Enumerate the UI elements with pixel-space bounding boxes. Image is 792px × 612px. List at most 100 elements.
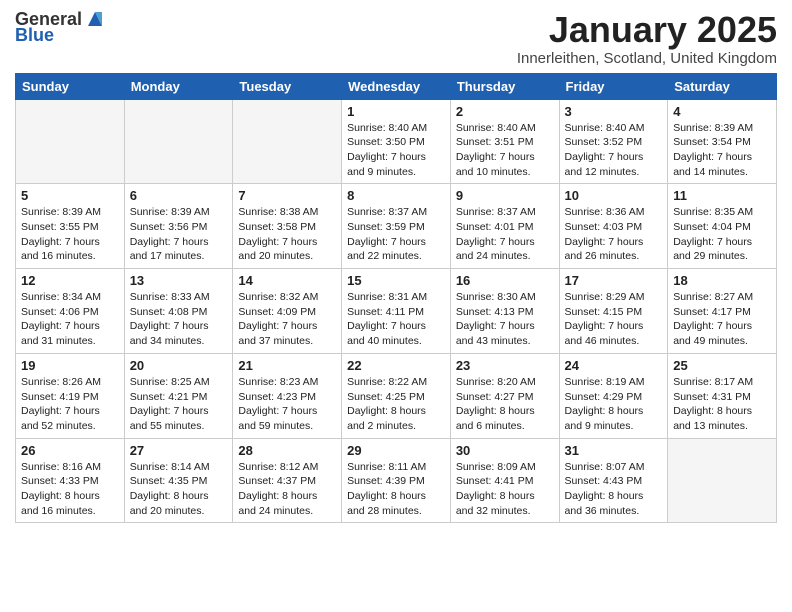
day-number: 7 [238,188,336,203]
calendar-cell: 28 Sunrise: 8:12 AM Sunset: 4:37 PM Dayli… [233,438,342,523]
calendar-cell: 21 Sunrise: 8:23 AM Sunset: 4:23 PM Dayli… [233,353,342,438]
day-info: Sunrise: 8:39 AM Sunset: 3:56 PM Dayligh… [130,205,228,264]
logo-icon [84,8,106,30]
calendar-cell: 6 Sunrise: 8:39 AM Sunset: 3:56 PM Daylig… [124,184,233,269]
day-number: 10 [565,188,663,203]
calendar-cell: 27Sunrise: 8:14 AM Sunset: 4:35 PM Dayli… [124,438,233,523]
calendar-cell [668,438,777,523]
day-info: Sunrise: 8:33 AM Sunset: 4:08 PM Dayligh… [130,290,228,349]
day-number: 15 [347,273,445,288]
calendar-cell: 26 Sunrise: 8:16 AM Sunset: 4:33 PM Dayli… [16,438,125,523]
calendar-cell: 17 Sunrise: 8:29 AM Sunset: 4:15 PM Dayli… [559,269,668,354]
day-info: Sunrise: 8:22 AM Sunset: 4:25 PM Dayligh… [347,375,445,434]
day-number: 19 [21,358,119,373]
calendar-header-row: Sunday Monday Tuesday Wednesday Thursday… [16,73,777,99]
calendar-cell: 13 Sunrise: 8:33 AM Sunset: 4:08 PM Dayli… [124,269,233,354]
logo: General Blue [15,10,106,46]
day-info: Sunrise: 8:09 AM Sunset: 4:41 PM Dayligh… [456,460,554,519]
day-info: Sunrise: 8:23 AM Sunset: 4:23 PM Dayligh… [238,375,336,434]
day-info: Sunrise: 8:40 AM Sunset: 3:51 PM Dayligh… [456,121,554,180]
day-number: 9 [456,188,554,203]
day-info: Sunrise: 8:37 AM Sunset: 3:59 PM Dayligh… [347,205,445,264]
day-number: 21 [238,358,336,373]
calendar-cell: 25 Sunrise: 8:17 AM Sunset: 4:31 PM Dayli… [668,353,777,438]
day-number: 22 [347,358,445,373]
calendar-cell: 31Sunrise: 8:07 AM Sunset: 4:43 PM Dayli… [559,438,668,523]
day-info: Sunrise: 8:34 AM Sunset: 4:06 PM Dayligh… [21,290,119,349]
day-number: 13 [130,273,228,288]
calendar-cell: 5 Sunrise: 8:39 AM Sunset: 3:55 PM Daylig… [16,184,125,269]
calendar-cell: 24Sunrise: 8:19 AM Sunset: 4:29 PM Dayli… [559,353,668,438]
title-block: January 2025 Innerleithen, Scotland, Uni… [517,10,777,67]
day-info: Sunrise: 8:31 AM Sunset: 4:11 PM Dayligh… [347,290,445,349]
day-info: Sunrise: 8:38 AM Sunset: 3:58 PM Dayligh… [238,205,336,264]
day-number: 6 [130,188,228,203]
day-info: Sunrise: 8:39 AM Sunset: 3:55 PM Dayligh… [21,205,119,264]
calendar-cell: 15 Sunrise: 8:31 AM Sunset: 4:11 PM Dayli… [342,269,451,354]
day-number: 5 [21,188,119,203]
day-info: Sunrise: 8:27 AM Sunset: 4:17 PM Dayligh… [673,290,771,349]
day-info: Sunrise: 8:39 AM Sunset: 3:54 PM Dayligh… [673,121,771,180]
calendar-cell: 1 Sunrise: 8:40 AM Sunset: 3:50 PM Daylig… [342,99,451,184]
col-tuesday: Tuesday [233,73,342,99]
day-info: Sunrise: 8:37 AM Sunset: 4:01 PM Dayligh… [456,205,554,264]
calendar-cell: 9 Sunrise: 8:37 AM Sunset: 4:01 PM Daylig… [450,184,559,269]
day-number: 11 [673,188,771,203]
day-info: Sunrise: 8:40 AM Sunset: 3:50 PM Dayligh… [347,121,445,180]
calendar-week-row-5: 26 Sunrise: 8:16 AM Sunset: 4:33 PM Dayli… [16,438,777,523]
calendar-table: Sunday Monday Tuesday Wednesday Thursday… [15,73,777,524]
col-thursday: Thursday [450,73,559,99]
day-info: Sunrise: 8:16 AM Sunset: 4:33 PM Dayligh… [21,460,119,519]
day-info: Sunrise: 8:20 AM Sunset: 4:27 PM Dayligh… [456,375,554,434]
calendar-cell: 30 Sunrise: 8:09 AM Sunset: 4:41 PM Dayli… [450,438,559,523]
day-number: 29 [347,443,445,458]
day-info: Sunrise: 8:32 AM Sunset: 4:09 PM Dayligh… [238,290,336,349]
calendar-cell: 20Sunrise: 8:25 AM Sunset: 4:21 PM Dayli… [124,353,233,438]
col-wednesday: Wednesday [342,73,451,99]
day-number: 1 [347,104,445,119]
day-number: 30 [456,443,554,458]
calendar-cell: 29 Sunrise: 8:11 AM Sunset: 4:39 PM Dayli… [342,438,451,523]
day-info: Sunrise: 8:07 AM Sunset: 4:43 PM Dayligh… [565,460,663,519]
calendar-cell: 4 Sunrise: 8:39 AM Sunset: 3:54 PM Daylig… [668,99,777,184]
calendar-cell: 12Sunrise: 8:34 AM Sunset: 4:06 PM Dayli… [16,269,125,354]
day-info: Sunrise: 8:11 AM Sunset: 4:39 PM Dayligh… [347,460,445,519]
logo-blue: Blue [15,26,54,46]
calendar-week-row-3: 12Sunrise: 8:34 AM Sunset: 4:06 PM Dayli… [16,269,777,354]
subtitle: Innerleithen, Scotland, United Kingdom [517,50,777,67]
day-number: 24 [565,358,663,373]
calendar-cell: 10 Sunrise: 8:36 AM Sunset: 4:03 PM Dayli… [559,184,668,269]
calendar-cell: 22 Sunrise: 8:22 AM Sunset: 4:25 PM Dayli… [342,353,451,438]
day-number: 14 [238,273,336,288]
day-number: 4 [673,104,771,119]
calendar-cell [233,99,342,184]
calendar-cell: 8Sunrise: 8:37 AM Sunset: 3:59 PM Daylig… [342,184,451,269]
day-info: Sunrise: 8:12 AM Sunset: 4:37 PM Dayligh… [238,460,336,519]
day-number: 27 [130,443,228,458]
day-number: 25 [673,358,771,373]
col-monday: Monday [124,73,233,99]
calendar-week-row-4: 19 Sunrise: 8:26 AM Sunset: 4:19 PM Dayli… [16,353,777,438]
day-number: 17 [565,273,663,288]
day-info: Sunrise: 8:36 AM Sunset: 4:03 PM Dayligh… [565,205,663,264]
day-info: Sunrise: 8:26 AM Sunset: 4:19 PM Dayligh… [21,375,119,434]
main-title: January 2025 [517,10,777,50]
calendar-cell: 14 Sunrise: 8:32 AM Sunset: 4:09 PM Dayli… [233,269,342,354]
day-number: 20 [130,358,228,373]
day-info: Sunrise: 8:17 AM Sunset: 4:31 PM Dayligh… [673,375,771,434]
calendar-cell: 18 Sunrise: 8:27 AM Sunset: 4:17 PM Dayli… [668,269,777,354]
col-saturday: Saturday [668,73,777,99]
day-number: 18 [673,273,771,288]
day-number: 3 [565,104,663,119]
calendar-cell: 2 Sunrise: 8:40 AM Sunset: 3:51 PM Daylig… [450,99,559,184]
calendar-cell: 19 Sunrise: 8:26 AM Sunset: 4:19 PM Dayli… [16,353,125,438]
calendar-cell [124,99,233,184]
day-info: Sunrise: 8:29 AM Sunset: 4:15 PM Dayligh… [565,290,663,349]
day-number: 2 [456,104,554,119]
day-number: 28 [238,443,336,458]
day-number: 26 [21,443,119,458]
page: General Blue January 2025 Innerleithen, … [0,0,792,612]
day-number: 23 [456,358,554,373]
calendar-cell: 23 Sunrise: 8:20 AM Sunset: 4:27 PM Dayli… [450,353,559,438]
calendar-cell: 16Sunrise: 8:30 AM Sunset: 4:13 PM Dayli… [450,269,559,354]
